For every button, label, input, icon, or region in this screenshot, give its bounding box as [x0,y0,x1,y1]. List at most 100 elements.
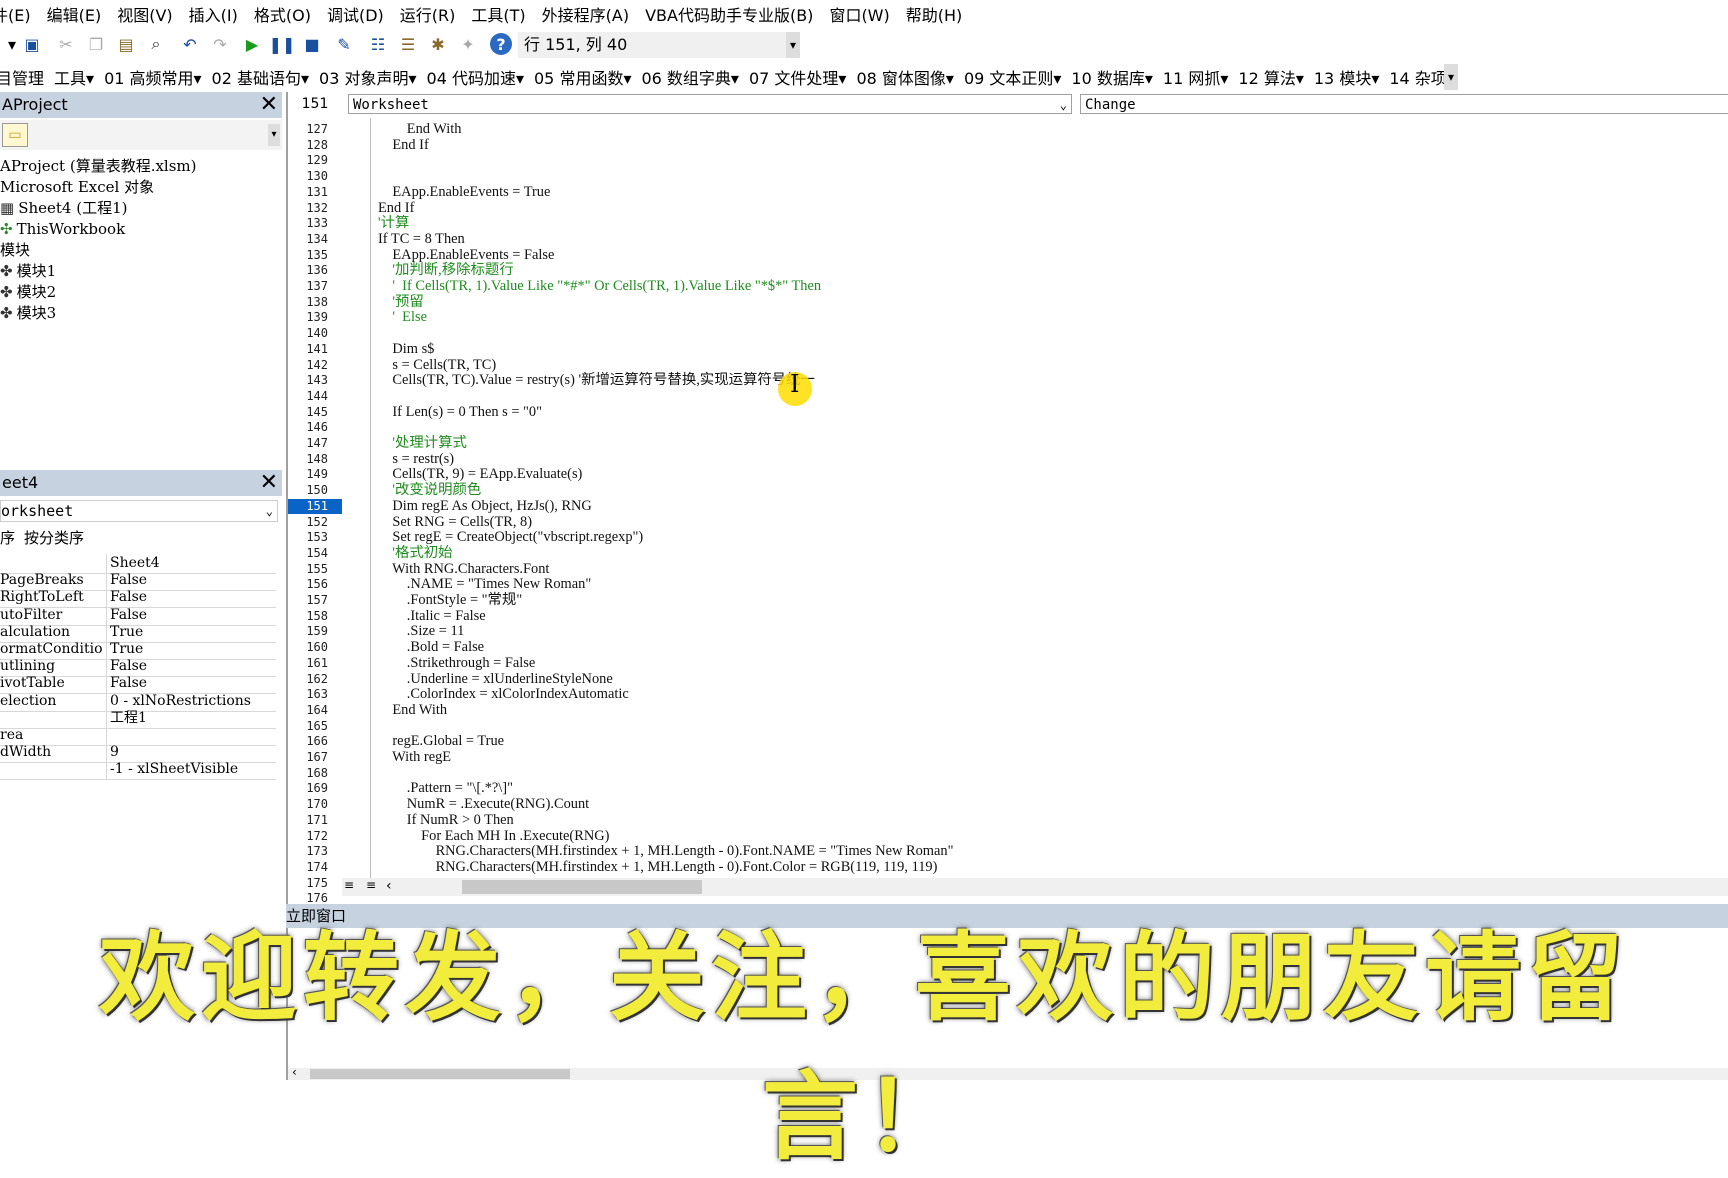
tree-item[interactable]: Microsoft Excel 对象 [0,177,197,198]
helper-menu-item[interactable]: 09 文本正则▾ [964,65,1061,89]
menu-item[interactable]: 调试(D) [327,2,384,26]
save-icon[interactable]: ▣ [20,32,44,56]
helper-menu-item[interactable]: 12 算法▾ [1238,65,1303,89]
toolbox-icon[interactable]: ✦ [456,32,480,56]
code-line[interactable]: RNG.Characters(MH.firstindex + 1, MH.Len… [378,859,938,876]
break-icon[interactable]: ❚❚ [269,32,296,56]
code-line[interactable]: .Bold = False [378,639,484,656]
tree-item[interactable]: AProject (算量表教程.xlsm) [0,156,197,177]
procedure-view-icon[interactable]: ≡ [344,878,354,892]
code-line[interactable]: If NumR > 0 Then [378,812,514,829]
helper-menu-item[interactable]: 06 数组字典▾ [641,65,738,89]
helper-menu-item[interactable]: 10 数据库▾ [1071,65,1152,89]
code-line[interactable]: Dim regE As Object, HzJs(), RNG [378,498,591,515]
code-line[interactable]: .Size = 11 [378,624,465,640]
code-line[interactable]: Dim s$ [378,341,434,358]
code-line[interactable]: .Strikethrough = False [378,655,535,672]
code-line[interactable]: RNG.Characters(MH.firstindex + 1, MH.Len… [378,843,954,860]
menu-item[interactable]: 视图(V) [117,2,172,26]
code-line[interactable]: .ColorIndex = xlColorIndexAutomatic [378,686,629,703]
menu-item[interactable]: 帮助(H) [906,2,963,26]
find-icon[interactable]: ⌕ [144,32,168,56]
code-line[interactable]: End With [378,121,462,138]
code-line[interactable]: End If [378,200,414,217]
helper-menu-item[interactable]: 01 高频常用▾ [104,65,201,89]
code-line[interactable]: .Pattern = "\[.*?\]" [378,781,513,797]
close-icon[interactable]: ✕ [260,472,278,494]
code-line[interactable]: With regE [378,749,451,766]
tree-item[interactable]: ✣ ThisWorkbook [0,219,197,240]
scrollbar-thumb[interactable] [462,880,702,894]
toolbar-overflow-icon[interactable]: ▾ [786,32,800,58]
tree-item[interactable]: 模块 [0,240,197,261]
menu-item[interactable]: 运行(R) [400,2,456,26]
close-icon[interactable]: ✕ [260,94,278,116]
toolbar2-overflow-icon[interactable]: ▾ [1444,64,1458,90]
menu-item[interactable]: VBA代码助手专业版(B) [645,2,813,26]
code-line[interactable]: If Len(s) = 0 Then s = "0" [378,404,542,421]
helper-menu-item[interactable]: 03 对象声明▾ [319,65,416,89]
redo-icon[interactable]: ↷ [208,32,232,56]
object-selector[interactable]: Worksheet ⌄ [348,94,1072,114]
menu-item[interactable]: 件(E) [0,2,31,26]
undo-icon[interactable]: ↶ [178,32,202,56]
code-line[interactable]: .Underline = xlUnderlineStyleNone [378,671,613,688]
code-line[interactable]: Cells(TR, 9) = EApp.Evaluate(s) [378,467,582,483]
code-line[interactable]: '格式初始 [378,545,452,562]
code-line[interactable]: '加判断,移除标题行 [378,263,513,279]
tree-item[interactable]: ▦ Sheet4 (工程1) [0,198,197,219]
menu-item[interactable]: 工具(T) [471,2,525,26]
run-icon[interactable]: ▶ [240,32,264,56]
helper-menu-item[interactable]: 04 代码加速▾ [427,65,524,89]
property-row[interactable]: -1 - xlSheetVisible [0,760,276,781]
code-line[interactable]: EApp.EnableEvents = True [378,184,550,201]
code-line[interactable]: End With [378,702,447,719]
menu-item[interactable]: 窗口(W) [829,2,889,26]
code-line[interactable]: Set RNG = Cells(TR, 8) [378,514,532,531]
helper-menu-item[interactable]: 07 文件处理▾ [749,65,846,89]
properties-window-icon[interactable]: ☰ [396,32,420,56]
code-line[interactable]: ' Else [378,310,427,326]
code-line[interactable]: '处理计算式 [378,435,467,452]
code-line[interactable]: s = Cells(TR, TC) [378,357,496,374]
toggle-folders-icon[interactable]: ▭ [2,123,28,147]
helper-menu-item[interactable]: 目管理 [0,65,44,89]
tree-item[interactable]: ✤ 模块2 [0,282,197,303]
helper-menu-item[interactable]: 02 基础语句▾ [212,65,309,89]
cut-icon[interactable]: ✂ [54,32,78,56]
full-module-view-icon[interactable]: ≡ [366,878,376,892]
help-icon[interactable]: ? [490,33,512,55]
code-line[interactable]: .Italic = False [378,608,486,625]
code-line[interactable]: If TC = 8 Then [378,231,465,248]
tab-alphabetic[interactable]: 序 [0,526,15,550]
object-dropdown[interactable]: orksheet ⌄ [0,500,278,522]
code-line[interactable]: .NAME = "Times New Roman" [378,577,591,593]
code-line[interactable]: '预留 [378,294,423,311]
code-line[interactable]: End If [378,137,428,154]
code-line[interactable]: ' If Cells(TR, 1).Value Like "*#*" Or Ce… [378,278,821,295]
menu-item[interactable]: 格式(O) [254,2,311,26]
paste-icon[interactable]: ▤ [114,32,138,56]
scroll-left-icon[interactable]: ‹ [386,878,392,894]
code-line[interactable]: regE.Global = True [378,734,504,750]
code-line[interactable]: With RNG.Characters.Font [378,561,549,578]
code-line[interactable]: NumR = .Execute(RNG).Count [378,796,589,813]
horizontal-scrollbar[interactable]: ≡ ≡ ‹ [342,878,1728,896]
code-line[interactable]: .FontStyle = "常规" [378,592,522,609]
code-line[interactable]: Cells(TR, TC).Value = restry(s) '新增运算符号替… [378,372,815,389]
menu-item[interactable]: 外接程序(A) [542,2,629,26]
object-browser-icon[interactable]: ✱ [426,32,450,56]
menu-item[interactable]: 插入(I) [189,2,238,26]
breakpoint-margin[interactable] [342,118,371,886]
code-line[interactable]: For Each MH In .Execute(RNG) [378,828,609,845]
helper-menu-item[interactable]: 08 窗体图像▾ [856,65,953,89]
code-line[interactable]: '计算 [378,215,409,232]
design-mode-icon[interactable]: ✎ [332,32,356,56]
code-line[interactable]: '改变说明颜色 [378,482,481,499]
procedure-selector[interactable]: Change [1080,94,1728,114]
tab-categorized[interactable]: 按分类序 [24,526,84,550]
helper-menu-item[interactable]: 11 网抓▾ [1163,65,1228,89]
tree-item[interactable]: ✤ 模块3 [0,303,197,324]
code-line[interactable]: EApp.EnableEvents = False [378,247,554,264]
tree-item[interactable]: ✤ 模块1 [0,261,197,282]
